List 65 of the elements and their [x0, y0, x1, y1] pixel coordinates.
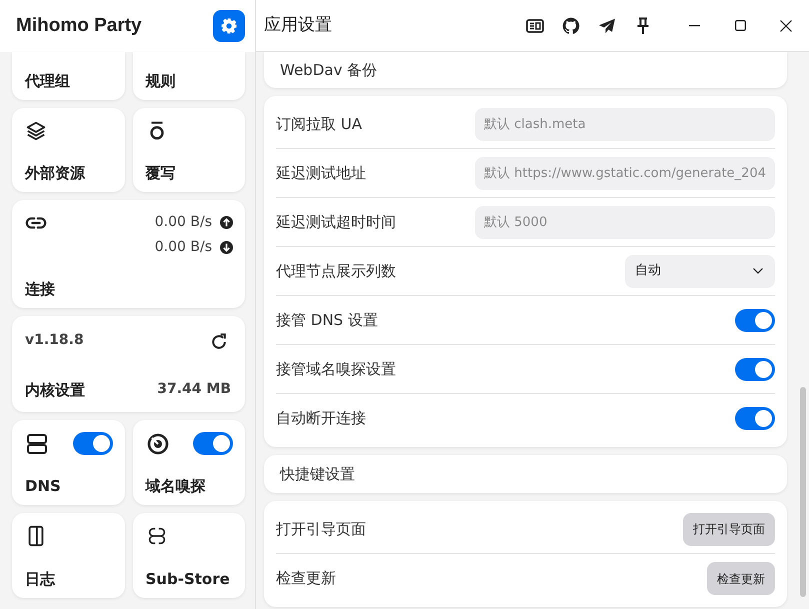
server-icon	[25, 432, 49, 456]
setting-label: 打开引导页面	[276, 518, 366, 540]
nav-card[interactable]: 0.00 B/s 0.00 B/s 连接	[12, 200, 245, 308]
nav-card[interactable]: 规则	[132, 52, 245, 100]
card-label: 内核设置	[25, 380, 85, 398]
document-icon	[526, 18, 544, 32]
nav-card[interactable]: v1.18.8 内核设置 37.44 MB	[12, 316, 245, 412]
select-field[interactable]: 自动	[625, 254, 775, 288]
section-header[interactable]: 快捷键设置	[264, 455, 787, 493]
app-logo: Mihomo Party	[16, 14, 142, 38]
toggle-switch[interactable]	[72, 432, 112, 455]
setting-label: 代理节点展示列数	[276, 260, 396, 282]
card-label: 连接	[25, 280, 56, 298]
paper-plane-icon	[598, 18, 616, 34]
text-field[interactable]: 默认 https://www.gstatic.com/generate_204	[475, 156, 775, 190]
card-label: 外部资源	[25, 164, 86, 182]
card-label: 规则	[146, 72, 176, 90]
nav-card[interactable]: Sub-Store	[132, 513, 245, 598]
toggle-switch[interactable]	[735, 407, 775, 430]
nav-card[interactable]: 日志	[12, 513, 124, 598]
nav-card[interactable]: 域名嗅探	[132, 420, 245, 505]
settings-icon	[220, 17, 238, 35]
setting-label: 检查更新	[276, 568, 336, 590]
text-field[interactable]: 默认 5000	[475, 206, 775, 238]
version-text: v1.18.8	[25, 331, 84, 350]
scrollbar-thumb[interactable]	[800, 387, 806, 597]
setting-label: 接管 DNS 设置	[276, 310, 378, 331]
speed-text: 0.00 B/s	[154, 238, 212, 257]
setting-label: 订阅拉取 UA	[276, 114, 362, 135]
card-label: 日志	[25, 570, 56, 588]
settings-button[interactable]	[213, 10, 245, 42]
layers-icon	[25, 120, 47, 142]
toggle-switch[interactable]	[735, 358, 775, 380]
text-field[interactable]: 默认 clash.meta	[475, 108, 775, 140]
toggle-switch[interactable]	[193, 432, 233, 455]
close-icon	[780, 20, 792, 32]
setting-label: 自动断开连接	[276, 408, 366, 430]
card-label: 域名嗅探	[146, 477, 206, 495]
card-label: Sub-Store	[146, 570, 231, 588]
page-title: 应用设置	[264, 14, 332, 37]
nav-card[interactable]: 覆写	[132, 108, 245, 192]
setting-label: 延迟测试地址	[276, 162, 366, 184]
card-label: 代理组	[25, 72, 71, 90]
toggle-switch[interactable]	[735, 308, 775, 332]
nav-card[interactable]: 代理组	[12, 52, 124, 100]
github-icon	[562, 16, 580, 34]
chevron-down-icon	[753, 268, 763, 274]
card-label: DNS	[25, 477, 62, 495]
download-icon	[220, 241, 233, 254]
target-icon	[146, 432, 170, 456]
speed-text: 0.00 B/s	[154, 213, 212, 232]
memory-text: 37.44 MB	[157, 380, 231, 399]
minimize-icon	[688, 24, 700, 26]
upload-icon	[220, 216, 233, 229]
section-header[interactable]: WebDav 备份	[264, 52, 787, 88]
setting-label: 延迟测试超时时间	[276, 212, 396, 233]
maximize-icon	[734, 20, 746, 31]
refresh-icon	[209, 332, 229, 352]
action-button[interactable]: 检查更新	[707, 562, 775, 595]
card-label: 覆写	[146, 164, 176, 182]
action-button[interactable]: 打开引导页面	[683, 512, 775, 546]
nav-card[interactable]: 外部资源	[12, 108, 124, 192]
nav-card[interactable]: DNS	[12, 420, 124, 505]
setting-label: 接管域名嗅探设置	[276, 358, 396, 380]
pin-icon	[636, 16, 650, 34]
